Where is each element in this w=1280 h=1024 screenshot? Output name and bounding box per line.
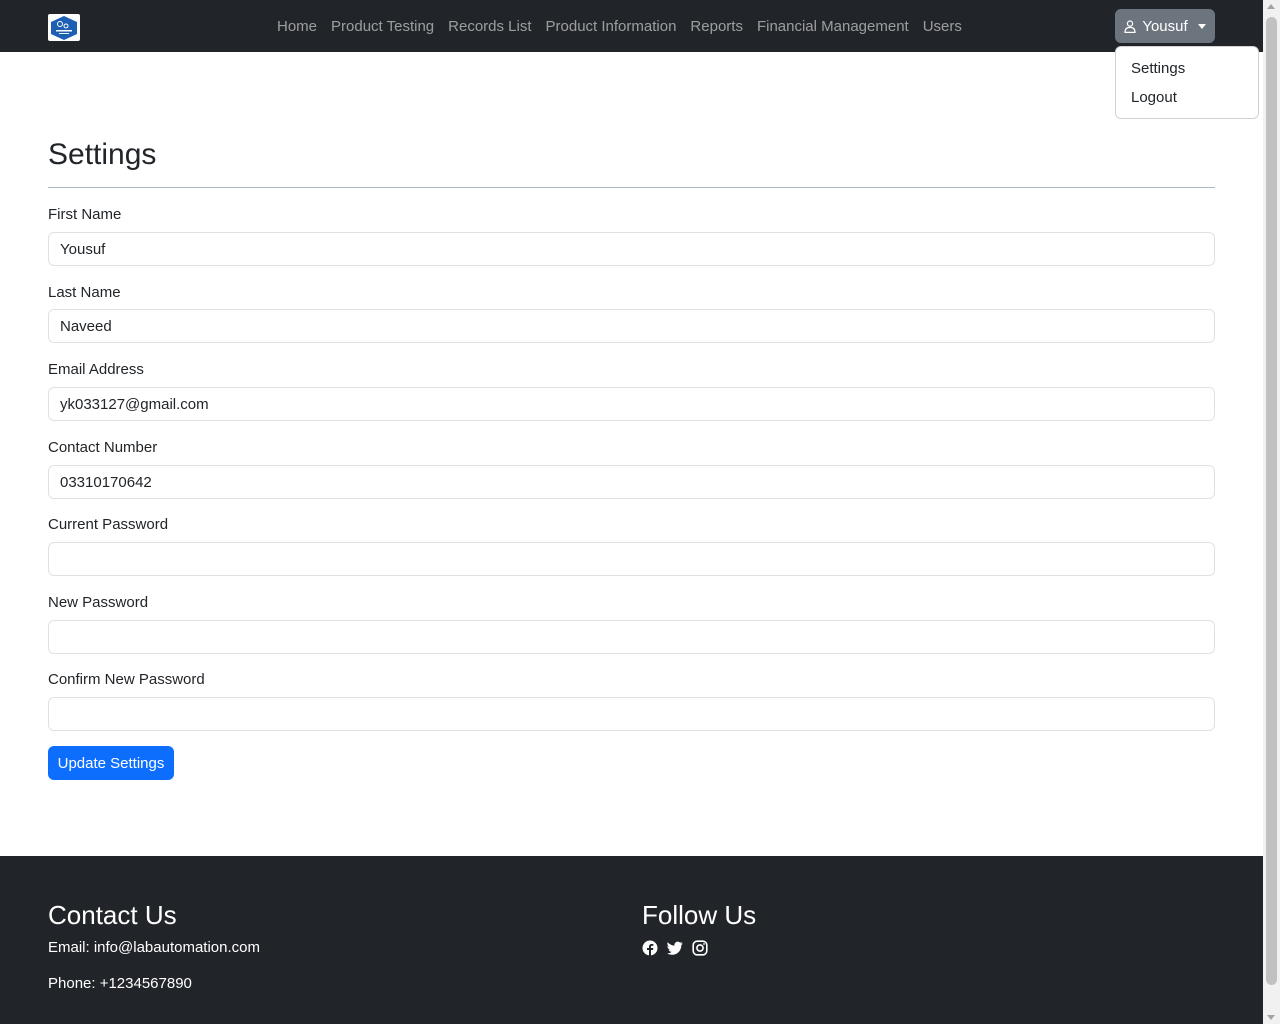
title-divider: [48, 187, 1215, 188]
user-name: Yousuf: [1142, 17, 1188, 35]
dropdown-item-settings[interactable]: Settings: [1116, 54, 1258, 83]
twitter-icon[interactable]: [667, 940, 683, 956]
footer: Contact Us Email: info@labautomation.com…: [0, 856, 1263, 1024]
scrollbar-thumb[interactable]: [1266, 17, 1277, 985]
contact-phone: Phone: +1234567890: [48, 975, 192, 992]
nav-link-users[interactable]: Users: [916, 18, 969, 35]
page-title: Settings: [48, 138, 157, 171]
email-label: Email Address: [48, 361, 144, 378]
chevron-down-icon: [1197, 23, 1206, 29]
confirm-password-label: Confirm New Password: [48, 671, 205, 688]
top-navbar: Home Product Testing Records List Produc…: [0, 0, 1263, 52]
current-password-label: Current Password: [48, 516, 169, 533]
new-password-input[interactable]: [48, 620, 1215, 654]
nav-link-records-list[interactable]: Records List: [441, 18, 538, 35]
first-name-input[interactable]: [48, 232, 1215, 266]
nav-link-reports[interactable]: Reports: [683, 18, 750, 35]
dropdown-item-logout[interactable]: Logout: [1116, 83, 1258, 112]
nav-link-product-information[interactable]: Product Information: [539, 18, 684, 35]
scroll-down-arrow-icon[interactable]: [1267, 1015, 1275, 1020]
page: Home Product Testing Records List Produc…: [0, 0, 1263, 1024]
current-password-input[interactable]: [48, 542, 1215, 576]
nav-link-financial-management[interactable]: Financial Management: [750, 18, 916, 35]
scroll-up-arrow-icon[interactable]: [1267, 4, 1275, 9]
person-icon: [1124, 19, 1136, 33]
nav-links: Home Product Testing Records List Produc…: [270, 0, 969, 52]
confirm-password-input[interactable]: [48, 697, 1215, 731]
follow-heading: Follow Us: [642, 900, 757, 930]
facebook-icon[interactable]: [642, 940, 658, 956]
update-settings-button[interactable]: Update Settings: [48, 746, 174, 780]
contact-heading: Contact Us: [48, 900, 177, 930]
last-name-input[interactable]: [48, 309, 1215, 343]
instagram-icon[interactable]: [692, 940, 708, 956]
social-links: [642, 940, 708, 956]
contact-number-input[interactable]: [48, 465, 1215, 499]
vertical-scrollbar[interactable]: [1263, 0, 1280, 1024]
contact-email: Email: info@labautomation.com: [48, 939, 260, 956]
email-input[interactable]: [48, 387, 1215, 421]
user-menu-button[interactable]: Yousuf: [1115, 9, 1215, 43]
first-name-label: First Name: [48, 206, 122, 223]
nav-link-product-testing[interactable]: Product Testing: [324, 18, 441, 35]
last-name-label: Last Name: [48, 284, 121, 301]
contact-number-label: Contact Number: [48, 439, 158, 456]
nav-link-home[interactable]: Home: [270, 18, 324, 35]
lab-automation-logo[interactable]: [48, 14, 80, 41]
user-dropdown-menu: Settings Logout: [1115, 46, 1259, 119]
new-password-label: New Password: [48, 594, 149, 611]
